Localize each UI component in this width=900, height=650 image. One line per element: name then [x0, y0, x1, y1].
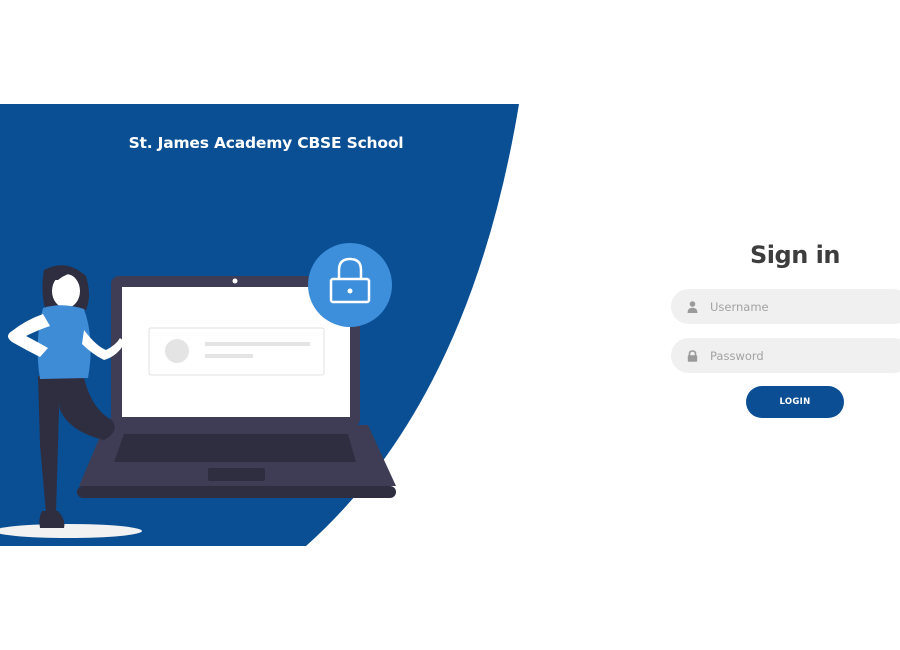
floor-shadow — [0, 524, 142, 538]
login-page: St. James Academy CBSE School Sign in LO… — [0, 0, 900, 650]
username-input[interactable] — [710, 299, 890, 314]
password-input[interactable] — [710, 348, 890, 363]
lock-icon — [687, 349, 698, 362]
school-name-heading: St. James Academy CBSE School — [128, 134, 404, 152]
password-field[interactable] — [671, 338, 900, 373]
username-field[interactable] — [671, 289, 900, 324]
login-button[interactable]: LOGIN — [746, 386, 844, 418]
lock-badge-icon — [308, 243, 392, 327]
user-icon — [687, 300, 698, 313]
signin-title: Sign in — [750, 241, 840, 269]
hero-illustration — [0, 104, 519, 546]
